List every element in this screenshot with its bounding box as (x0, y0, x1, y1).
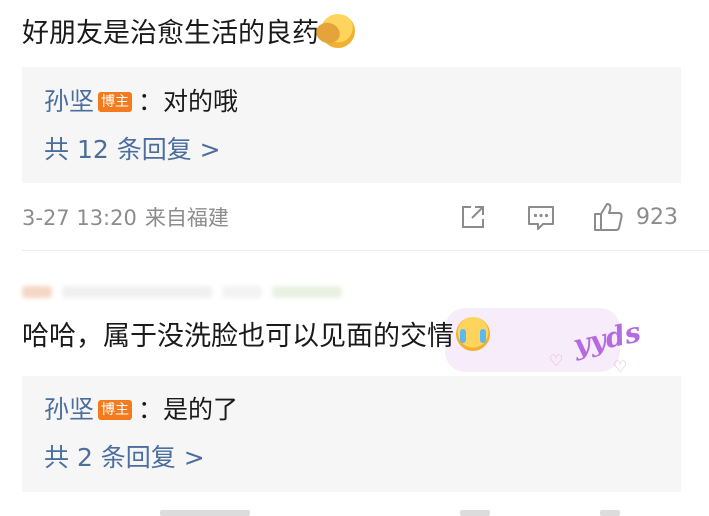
next-row-fragment (120, 508, 640, 516)
share-button[interactable] (458, 198, 488, 236)
comment-text: 哈哈，属于没洗脸也可以见面的交情 (22, 317, 490, 355)
comment-body: 哈哈，属于没洗脸也可以见面的交情 (22, 321, 454, 352)
heart-icon: ♡ (549, 351, 564, 370)
crying-face-emoji-icon (456, 317, 490, 351)
like-button[interactable]: 923 (592, 198, 678, 236)
reply-separator: ： (138, 87, 164, 116)
previous-row-fragment (22, 0, 322, 8)
hug-emoji-icon (321, 14, 355, 48)
comment-text: 好朋友是治愈生活的良药 (22, 14, 355, 52)
view-more-replies-link[interactable]: 共 2 条回复 > (44, 441, 205, 475)
reply-author-link[interactable]: 孙坚 (44, 87, 94, 116)
like-count: 923 (636, 204, 678, 230)
comment-body: 好朋友是治愈生活的良药 (22, 18, 319, 49)
sticker-text: yyds (570, 315, 644, 362)
reply-text: 是的了 (163, 395, 239, 424)
reply-author-link[interactable]: 孙坚 (44, 395, 94, 424)
comment-location: 来自福建 (144, 206, 229, 230)
view-more-replies-link[interactable]: 共 12 条回复 > (44, 133, 221, 167)
divider (22, 250, 709, 251)
reply-text: 对的哦 (163, 87, 239, 116)
blurred-author-row (22, 282, 342, 300)
reply-preview-box[interactable]: 孙坚 博主 ：是的了 共 2 条回复 > (22, 376, 681, 492)
author-badge: 博主 (98, 400, 133, 420)
reply-line: 孙坚 博主 ：对的哦 (44, 85, 238, 119)
comment-date: 3-27 13:20 (22, 206, 137, 230)
heart-icon: ♡ (613, 357, 628, 376)
thumbs-up-icon (594, 203, 623, 231)
reply-separator: ： (138, 395, 164, 424)
comment-meta: 3-27 13:20 来自福建 (22, 202, 229, 232)
share-icon (462, 206, 484, 228)
reply-preview-box[interactable]: 孙坚 博主 ：对的哦 共 12 条回复 > (22, 67, 681, 183)
comment-icon (528, 206, 554, 230)
comment-button[interactable] (526, 198, 556, 236)
reply-line: 孙坚 博主 ：是的了 (44, 393, 238, 427)
author-badge: 博主 (98, 92, 133, 112)
